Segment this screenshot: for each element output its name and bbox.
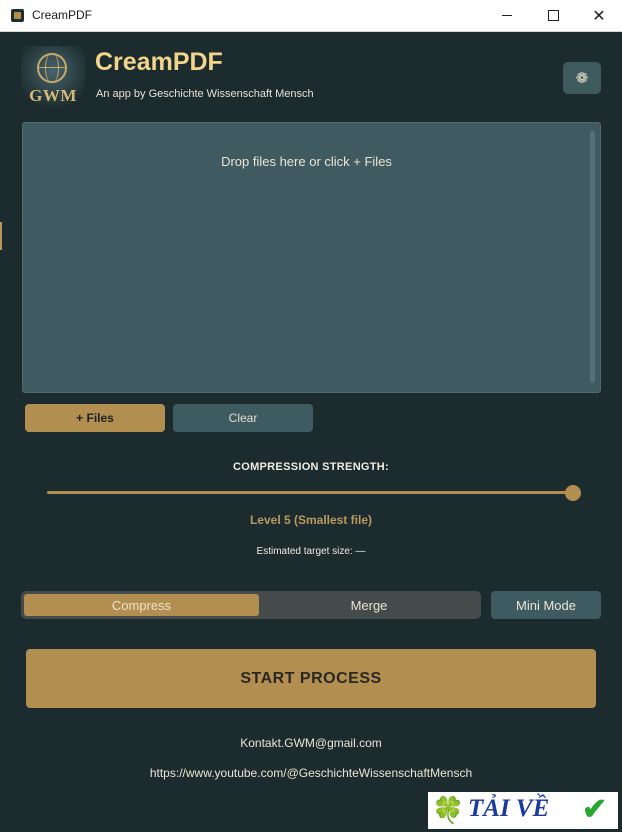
compression-slider[interactable] xyxy=(47,485,581,501)
app-icon xyxy=(11,9,24,22)
gear-icon: ❁ xyxy=(575,70,589,87)
clover-icon: 🍀 xyxy=(432,795,465,825)
check-icon: ✔ xyxy=(582,793,608,826)
app-title: CreamPDF xyxy=(95,48,223,76)
settings-button[interactable]: ❁ xyxy=(563,62,601,94)
app-logo: GWM xyxy=(21,46,85,108)
drop-hint: Drop files here or click + Files xyxy=(221,154,392,169)
minimize-button[interactable] xyxy=(484,0,530,31)
add-files-button[interactable]: + Files xyxy=(25,404,165,432)
maximize-icon xyxy=(547,10,559,21)
logo-text: GWM xyxy=(29,86,77,105)
compression-level-text: Level 5 (Smallest file) xyxy=(249,513,373,527)
contact-email[interactable]: Kontakt.GWM@gmail.com xyxy=(0,736,622,750)
youtube-link[interactable]: https://www.youtube.com/@GeschichteWisse… xyxy=(0,766,622,780)
slider-track[interactable] xyxy=(47,491,573,494)
globe-icon xyxy=(37,53,67,83)
mode-compress-tab[interactable]: Compress xyxy=(24,594,259,616)
close-icon: ✕ xyxy=(592,7,606,25)
dropzone-scrollbar[interactable] xyxy=(590,131,595,383)
estimated-size: Estimated target size: — xyxy=(256,546,366,557)
mode-toggle: Compress Merge xyxy=(21,591,481,619)
compression-label: COMPRESSION STRENGTH: xyxy=(232,461,390,473)
maximize-button[interactable] xyxy=(530,0,576,31)
window-titlebar: CreamPDF ✕ xyxy=(0,0,622,32)
start-process-button[interactable]: START PROCESS xyxy=(26,649,596,708)
side-accent xyxy=(0,222,2,250)
watermark-badge: 🍀 TẢI VỀ ✔ xyxy=(428,792,618,829)
window-title: CreamPDF xyxy=(32,8,93,22)
slider-thumb[interactable] xyxy=(565,485,581,501)
watermark-text: TẢI VỀ xyxy=(468,795,550,822)
mini-mode-button[interactable]: Mini Mode xyxy=(491,591,601,619)
file-drop-zone[interactable]: Drop files here or click + Files xyxy=(22,122,601,393)
app-subtitle: An app by Geschichte Wissenschaft Mensch xyxy=(96,88,314,100)
minimize-icon xyxy=(502,15,512,16)
clear-button[interactable]: Clear xyxy=(173,404,313,432)
close-button[interactable]: ✕ xyxy=(576,0,622,31)
mode-merge-tab[interactable]: Merge xyxy=(259,594,479,616)
